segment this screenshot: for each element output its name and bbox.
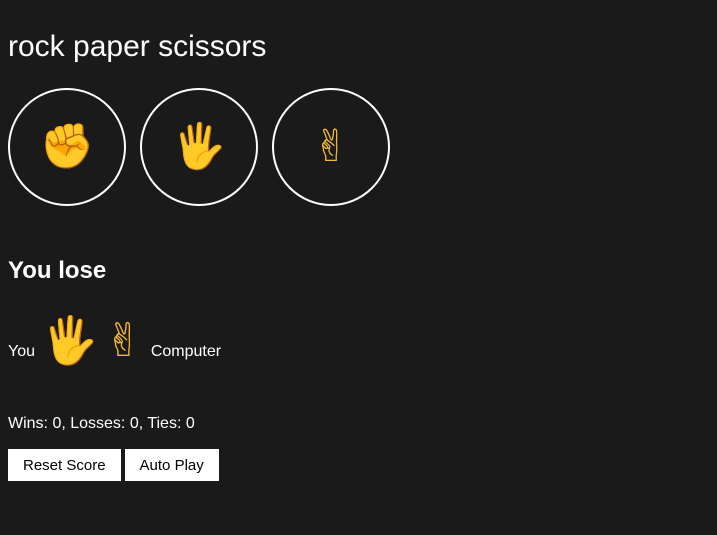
reset-score-button[interactable]: Reset Score — [8, 449, 121, 481]
scissors-icon: ✌ — [312, 121, 350, 172]
scissors-button[interactable]: ✌ — [272, 88, 390, 206]
action-buttons: Reset Score Auto Play — [8, 449, 709, 481]
paper-icon: 🖐 — [171, 121, 227, 172]
app: rock paper scissors ✊ 🖐 ✌ You lose You 🖐… — [0, 0, 717, 535]
result-text: You lose — [8, 257, 107, 284]
rock-button[interactable]: ✊ — [8, 88, 126, 206]
page-title: rock paper scissors — [8, 30, 267, 63]
you-label: You — [8, 343, 35, 360]
rock-icon: ✊ — [39, 121, 95, 172]
computer-label: Computer — [150, 343, 222, 360]
moves-played: You 🖐 ✌ Computer — [8, 309, 709, 363]
computer-move-scissors-icon: ✌ — [104, 313, 143, 367]
player-move-paper-icon: 🖐 — [41, 313, 99, 367]
score-text: Wins: 0, Losses: 0, Ties: 0 — [8, 415, 195, 432]
paper-button[interactable]: 🖐 — [140, 88, 258, 206]
auto-play-button[interactable]: Auto Play — [124, 449, 219, 481]
move-choices: ✊ 🖐 ✌ — [8, 88, 709, 206]
